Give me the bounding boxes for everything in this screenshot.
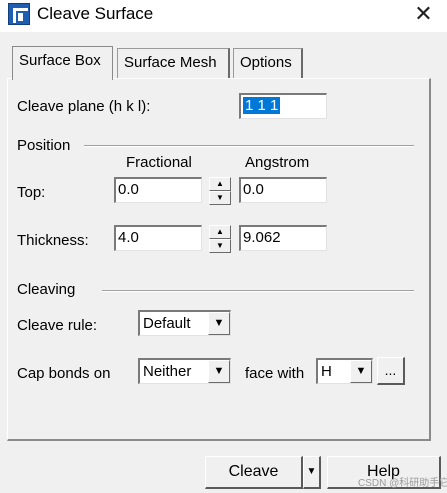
spin-up-icon[interactable]: ▲ <box>209 225 231 239</box>
face-with-select[interactable]: H ▼ <box>316 358 373 384</box>
face-with-label: face with <box>245 365 305 382</box>
cap-bonds-select[interactable]: Neither ▼ <box>138 358 231 384</box>
top-label: Top: <box>17 184 46 201</box>
cleaving-separator <box>102 290 414 292</box>
spin-down-icon[interactable]: ▼ <box>209 191 231 205</box>
cleave-plane-value: 1 1 1 <box>243 97 281 114</box>
face-with-value: H <box>321 363 332 380</box>
thickness-label: Thickness: <box>17 232 89 249</box>
cleave-rule-value: Default <box>143 315 191 332</box>
cleave-dropdown-arrow-icon[interactable]: ▼ <box>303 456 321 489</box>
position-separator <box>84 145 414 147</box>
cleave-rule-label: Cleave rule: <box>17 317 98 334</box>
cleave-rule-select[interactable]: Default ▼ <box>138 310 231 336</box>
watermark: CSDN @科研助手它 <box>358 478 447 489</box>
spin-up-icon[interactable]: ▲ <box>209 177 231 191</box>
cleave-button[interactable]: Cleave <box>205 456 303 489</box>
top-fractional-input[interactable]: 0.0 <box>114 177 202 203</box>
top-spinner[interactable]: ▲ ▼ <box>209 177 231 205</box>
cap-bonds-label: Cap bonds on <box>17 365 111 382</box>
browse-button[interactable]: ... <box>377 357 405 385</box>
angstrom-column-header: Angstrom <box>245 154 310 171</box>
cap-bonds-value: Neither <box>143 363 192 380</box>
cleaving-header: Cleaving <box>17 281 76 298</box>
top-angstrom-input[interactable]: 0.0 <box>239 177 327 203</box>
dropdown-arrow-icon[interactable]: ▼ <box>208 360 230 383</box>
dropdown-arrow-icon[interactable]: ▼ <box>208 312 230 335</box>
dropdown-arrow-icon[interactable]: ▼ <box>350 360 372 383</box>
thickness-angstrom-input[interactable]: 9.062 <box>239 225 327 251</box>
position-header: Position <box>17 137 71 154</box>
spin-down-icon[interactable]: ▼ <box>209 239 231 253</box>
fractional-column-header: Fractional <box>126 154 192 171</box>
cleave-plane-label: Cleave plane (h k l): <box>17 98 151 115</box>
thickness-fractional-input[interactable]: 4.0 <box>114 225 202 251</box>
thickness-spinner[interactable]: ▲ ▼ <box>209 225 231 253</box>
cleave-plane-input[interactable]: 1 1 1 <box>239 93 327 119</box>
